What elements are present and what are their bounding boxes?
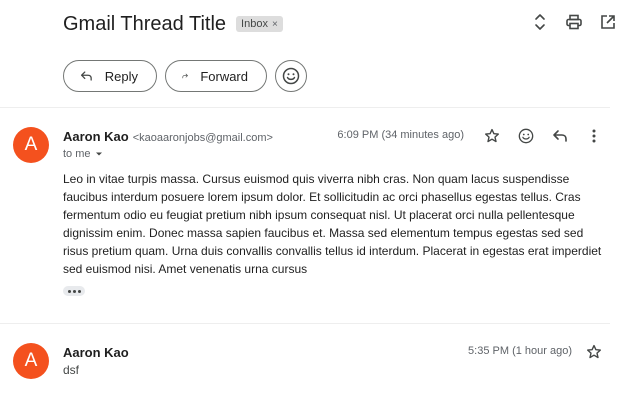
more-vert-icon[interactable] bbox=[584, 126, 604, 146]
reply-button-label: Reply bbox=[104, 68, 138, 84]
open-in-new-window-icon[interactable] bbox=[598, 12, 618, 32]
forward-icon bbox=[182, 73, 188, 79]
emoji-icon[interactable] bbox=[516, 126, 536, 146]
message-2[interactable]: A Aaron Kao 5:35 PM (1 hour ago) dsf bbox=[0, 324, 610, 400]
reply-icon[interactable] bbox=[550, 126, 570, 146]
star-icon[interactable] bbox=[584, 342, 604, 362]
recipient-details-toggle[interactable]: to me bbox=[63, 148, 104, 160]
message-1: A Aaron Kao <kaoaaronjobs@gmail.com> to … bbox=[0, 108, 610, 323]
message-actions bbox=[584, 342, 604, 362]
print-icon[interactable] bbox=[564, 12, 584, 32]
dot bbox=[67, 289, 71, 293]
forward-button[interactable]: Forward bbox=[165, 60, 267, 92]
expand-collapse-icon[interactable] bbox=[530, 12, 550, 32]
dot bbox=[77, 289, 81, 293]
sender-name: Aaron Kao bbox=[63, 129, 129, 144]
message-body: Leo in vitae turpis massa. Cursus euismo… bbox=[63, 172, 602, 276]
thread-header: Gmail Thread Title Inbox × bbox=[63, 10, 283, 38]
dot bbox=[72, 289, 76, 293]
message-time: 6:09 PM (34 minutes ago) bbox=[337, 129, 464, 141]
show-trimmed-content-button[interactable] bbox=[63, 286, 85, 296]
avatar: A bbox=[13, 343, 49, 379]
thread-subject: Gmail Thread Title bbox=[63, 12, 227, 35]
message-snippet: dsf bbox=[63, 363, 80, 377]
thread-toolbar bbox=[530, 12, 618, 32]
recipient-label: to me bbox=[63, 148, 91, 160]
inbox-label-chip[interactable]: Inbox × bbox=[236, 16, 283, 32]
sender: Aaron Kao <kaoaaronjobs@gmail.com> bbox=[63, 129, 273, 144]
reply-button[interactable]: Reply bbox=[63, 60, 157, 92]
star-icon[interactable] bbox=[482, 126, 502, 146]
add-reaction-button[interactable] bbox=[275, 60, 307, 92]
reply-icon bbox=[80, 71, 92, 81]
remove-label-icon[interactable]: × bbox=[272, 19, 278, 30]
sender-name: Aaron Kao bbox=[63, 345, 129, 360]
sender-email: <kaoaaronjobs@gmail.com> bbox=[132, 132, 273, 144]
message-time: 5:35 PM (1 hour ago) bbox=[468, 345, 572, 357]
sender: Aaron Kao bbox=[63, 345, 129, 360]
forward-button-label: Forward bbox=[200, 68, 248, 84]
avatar: A bbox=[13, 127, 49, 163]
thread-actions: Reply Forward bbox=[63, 60, 307, 92]
caret-down-icon bbox=[95, 152, 102, 156]
label-chip-text: Inbox bbox=[241, 18, 268, 30]
emoji-icon bbox=[282, 67, 300, 85]
message-actions bbox=[482, 126, 604, 146]
